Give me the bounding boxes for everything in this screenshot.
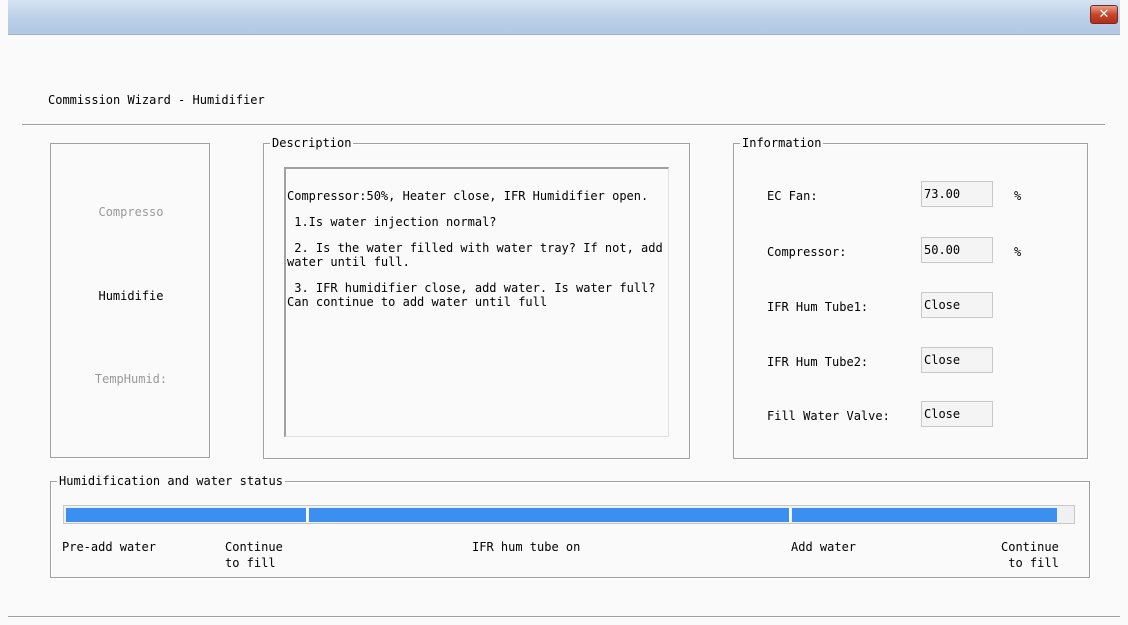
fill-water-valve-value: Close <box>921 401 993 427</box>
ec-fan-unit: % <box>1014 189 1022 203</box>
description-group: Description Compressor:50%, Heater close… <box>263 136 690 459</box>
status-group: Humidification and water status Pre-add … <box>50 474 1090 578</box>
description-line: Compressor:50%, Heater close, IFR Humidi… <box>287 189 649 203</box>
progress-segment <box>792 508 1057 522</box>
stage-pre-add-water: Pre-add water <box>62 540 156 554</box>
window-left-edge <box>0 0 8 625</box>
window-title-bar[interactable]: ✕ <box>8 0 1120 35</box>
step-humidifier: Humidifie <box>98 289 164 303</box>
ec-fan-value: 73.00 <box>921 181 993 207</box>
compressor-label: Compressor: <box>767 245 847 259</box>
wizard-steps-panel: Compresso Humidifie TempHumid: <box>50 143 210 458</box>
ifr-hum-tube2-value: Close <box>921 347 993 373</box>
progress-segment <box>309 508 791 522</box>
compressor-value: 50.00 <box>921 237 993 263</box>
stage-ifr-hum-tube-on: IFR hum tube on <box>472 540 581 554</box>
description-line: 3. IFR humidifier close, add water. Is w… <box>287 281 656 309</box>
ifr-hum-tube2-label: IFR Hum Tube2: <box>767 355 869 369</box>
description-text-box: Compressor:50%, Heater close, IFR Humidi… <box>284 167 669 437</box>
fill-water-valve-label: Fill Water Valve: <box>767 409 890 423</box>
information-group: Information EC Fan: 73.00 % Compressor: … <box>733 136 1088 459</box>
status-legend: Humidification and water status <box>57 474 285 488</box>
ifr-hum-tube1-value: Close <box>921 292 993 318</box>
wizard-title: Commission Wizard - Humidifier <box>48 93 265 107</box>
stage-continue-to-fill-final: Continue to fill <box>1001 540 1059 570</box>
bottom-divider <box>8 616 1120 618</box>
description-line: 1.Is water injection normal? <box>287 215 497 229</box>
compressor-unit: % <box>1014 245 1022 259</box>
description-line: 2. Is the water filled with water tray? … <box>287 241 670 269</box>
description-legend: Description <box>270 136 354 150</box>
description-text: Compressor:50%, Heater close, IFR Humidi… <box>287 189 667 321</box>
ec-fan-label: EC Fan: <box>767 189 818 203</box>
progress-fill <box>66 506 1057 523</box>
title-divider <box>22 124 1105 126</box>
step-temp-humid: TempHumid: <box>94 372 168 386</box>
stage-add-water: Add water <box>791 540 857 554</box>
step-compressor: Compresso <box>98 205 164 219</box>
close-icon: ✕ <box>1098 7 1110 22</box>
information-legend: Information <box>740 136 824 150</box>
close-button[interactable]: ✕ <box>1090 5 1118 24</box>
humidification-progress-bar <box>63 505 1075 524</box>
stage-continue-to-fill: Continue to fill <box>225 540 283 570</box>
ifr-hum-tube1-label: IFR Hum Tube1: <box>767 300 869 314</box>
progress-segment <box>66 508 308 522</box>
